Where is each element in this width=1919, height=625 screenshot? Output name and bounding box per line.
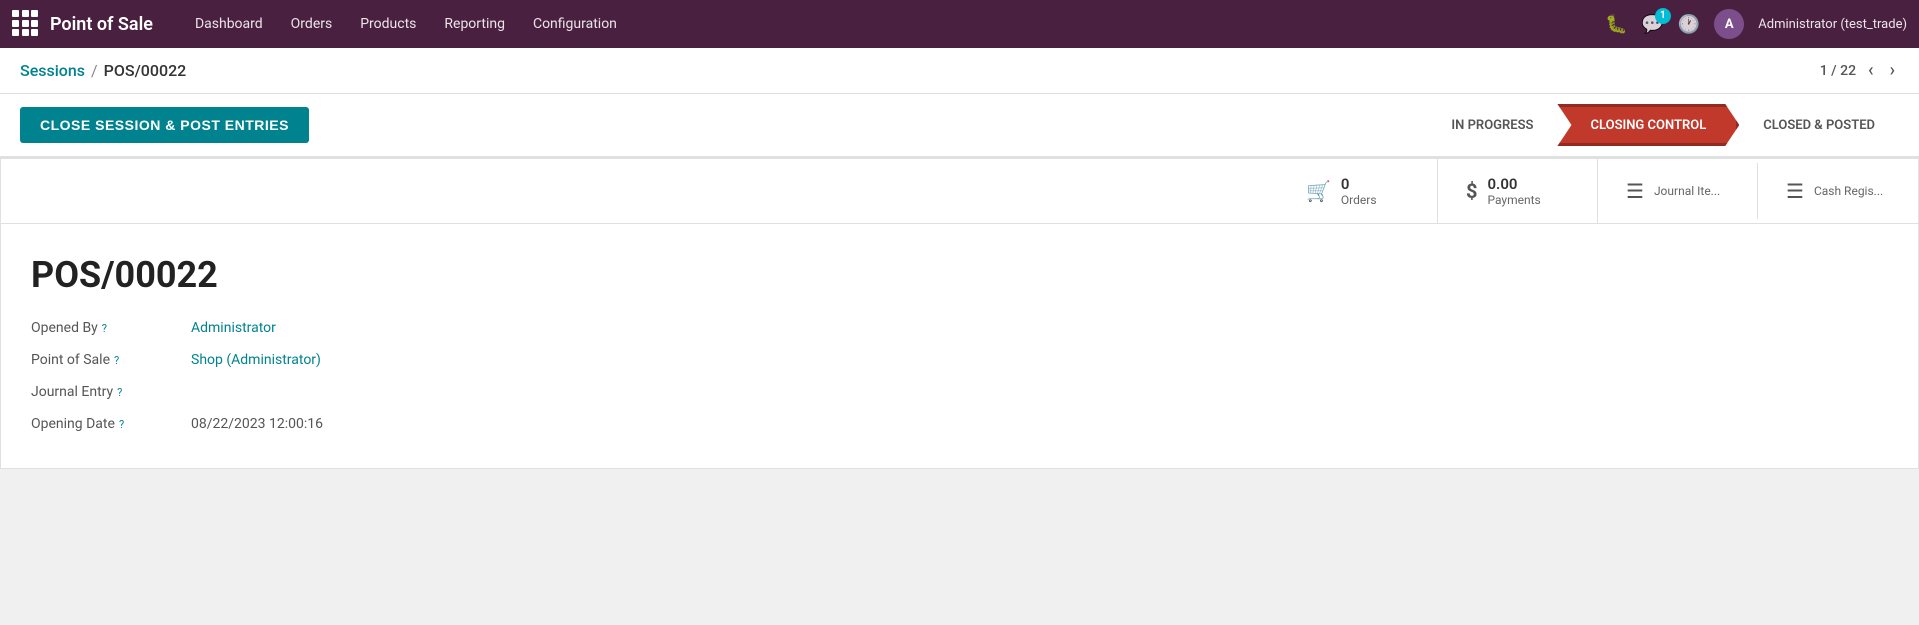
- opened-by-value[interactable]: Administrator: [191, 320, 276, 336]
- step-in-progress[interactable]: IN PROGRESS: [1427, 104, 1557, 146]
- menu-item-products[interactable]: Products: [346, 0, 430, 48]
- field-opened-by: Opened By ? Administrator: [31, 320, 1888, 336]
- stats-bar: 🛒 0 Orders $ 0.00 Payments ☰ Journal Ite…: [1, 159, 1918, 224]
- session-id-heading: POS/00022: [31, 254, 1888, 296]
- breadcrumb: Sessions / POS/00022: [20, 61, 186, 80]
- opening-date-help-icon[interactable]: ?: [119, 418, 124, 431]
- status-steps: IN PROGRESS CLOSING CONTROL CLOSED & POS…: [1427, 104, 1899, 146]
- step-closing-control[interactable]: CLOSING CONTROL: [1557, 104, 1739, 146]
- menu-item-orders[interactable]: Orders: [277, 0, 347, 48]
- step-closed-posted[interactable]: CLOSED & POSTED: [1739, 104, 1899, 146]
- nav-prev-arrow[interactable]: ‹: [1864, 58, 1878, 83]
- clock-icon[interactable]: 🕐: [1678, 14, 1700, 35]
- breadcrumb-bar: Sessions / POS/00022 1 / 22 ‹ ›: [0, 48, 1919, 94]
- point-of-sale-label: Point of Sale: [31, 352, 110, 368]
- journal-items-icon: ☰: [1626, 179, 1644, 203]
- point-of-sale-value[interactable]: Shop (Administrator): [191, 352, 321, 368]
- orders-value: 0: [1341, 175, 1377, 193]
- opened-by-help-icon[interactable]: ?: [102, 322, 107, 335]
- top-navigation: Point of Sale Dashboard Orders Products …: [0, 0, 1919, 48]
- chat-icon[interactable]: 💬 1: [1641, 14, 1663, 35]
- stat-cash-register[interactable]: ☰ Cash Regis...: [1758, 163, 1918, 219]
- menu-item-dashboard[interactable]: Dashboard: [181, 0, 277, 48]
- app-brand: Point of Sale: [50, 14, 153, 35]
- chat-badge: 1: [1655, 8, 1671, 24]
- journal-entry-label: Journal Entry: [31, 384, 113, 400]
- orders-icon: 🛒: [1306, 179, 1331, 203]
- step-in-progress-label: IN PROGRESS: [1451, 118, 1533, 133]
- field-point-of-sale: Point of Sale ? Shop (Administrator): [31, 352, 1888, 368]
- opening-date-label: Opening Date: [31, 416, 115, 432]
- cash-register-label: Cash Regis...: [1814, 184, 1883, 198]
- app-menu-icon[interactable]: [12, 10, 40, 38]
- stat-orders[interactable]: 🛒 0 Orders: [1278, 159, 1438, 223]
- step-closing-control-label: CLOSING CONTROL: [1590, 118, 1706, 133]
- payments-label: Payments: [1487, 193, 1540, 207]
- opening-date-value: 08/22/2023 12:00:16: [191, 416, 323, 432]
- action-bar: CLOSE SESSION & POST ENTRIES IN PROGRESS…: [0, 94, 1919, 158]
- main-menu: Dashboard Orders Products Reporting Conf…: [181, 0, 1605, 48]
- orders-label: Orders: [1341, 193, 1377, 207]
- point-of-sale-help-icon[interactable]: ?: [114, 354, 119, 367]
- payments-value: 0.00: [1487, 175, 1540, 193]
- topnav-right-actions: 🐛 💬 1 🕐 A Administrator (test_trade): [1605, 9, 1907, 39]
- menu-item-configuration[interactable]: Configuration: [519, 0, 631, 48]
- stat-journal-items[interactable]: ☰ Journal Ite...: [1598, 163, 1758, 219]
- breadcrumb-current: POS/00022: [104, 61, 187, 80]
- payments-icon: $: [1466, 179, 1477, 203]
- step-closed-posted-label: CLOSED & POSTED: [1763, 118, 1875, 133]
- field-journal-entry: Journal Entry ?: [31, 384, 1888, 400]
- journal-entry-help-icon[interactable]: ?: [117, 386, 122, 399]
- record-pagination: 1 / 22: [1820, 63, 1856, 79]
- bug-icon[interactable]: 🐛: [1605, 14, 1627, 35]
- nav-next-arrow[interactable]: ›: [1886, 58, 1899, 83]
- journal-items-label: Journal Ite...: [1654, 184, 1720, 198]
- close-session-button[interactable]: CLOSE SESSION & POST ENTRIES: [20, 107, 309, 143]
- field-opening-date: Opening Date ? 08/22/2023 12:00:16: [31, 416, 1888, 432]
- stat-payments[interactable]: $ 0.00 Payments: [1438, 159, 1598, 223]
- record-navigation: 1 / 22 ‹ ›: [1820, 58, 1899, 83]
- breadcrumb-parent[interactable]: Sessions: [20, 61, 85, 80]
- menu-item-reporting[interactable]: Reporting: [430, 0, 519, 48]
- session-detail: POS/00022 Opened By ? Administrator Poin…: [1, 224, 1918, 468]
- user-avatar[interactable]: A: [1714, 9, 1744, 39]
- content-card: 🛒 0 Orders $ 0.00 Payments ☰ Journal Ite…: [0, 158, 1919, 469]
- main-content: 🛒 0 Orders $ 0.00 Payments ☰ Journal Ite…: [0, 158, 1919, 469]
- user-name[interactable]: Administrator (test_trade): [1758, 17, 1907, 32]
- cash-register-icon: ☰: [1786, 179, 1804, 203]
- opened-by-label: Opened By: [31, 320, 98, 336]
- breadcrumb-separator: /: [91, 61, 98, 80]
